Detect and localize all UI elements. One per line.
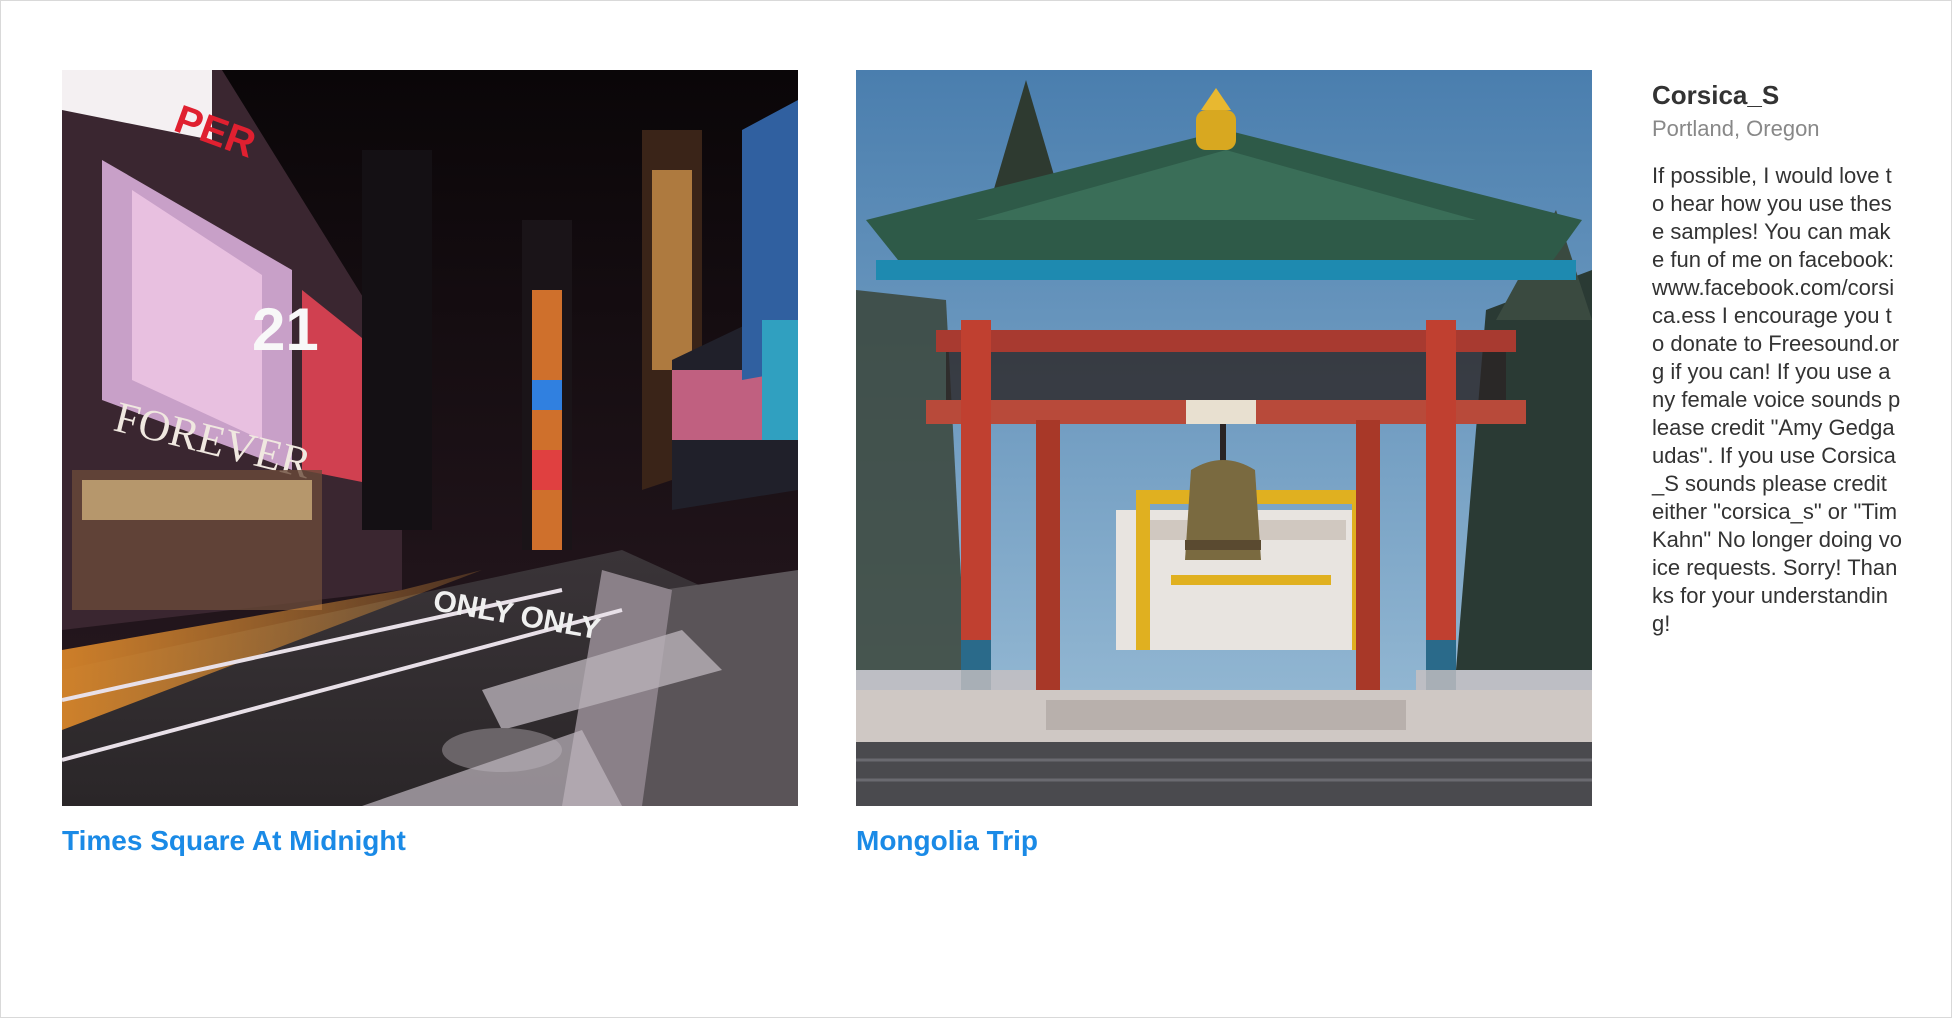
profile-bio: If possible, I would love to hear how yo…: [1652, 163, 1902, 636]
profile-name: Corsica_S: [1652, 80, 1780, 110]
pack-card-mongolia: Mongolia Trip: [856, 70, 1592, 858]
times-square-image: PER FOREVER 21 ONLY ONLY: [62, 70, 798, 806]
times-square-link[interactable]: Times Square At Midnight: [62, 824, 406, 858]
svg-text:21: 21: [252, 296, 319, 363]
profile-location: Portland, Oregon: [1652, 116, 1820, 141]
mongolia-link[interactable]: Mongolia Trip: [856, 824, 1038, 858]
pack-card-times-square: PER FOREVER 21 ONLY ONLY Times Square At…: [62, 70, 798, 858]
mongolia-photo[interactable]: [856, 70, 1592, 806]
times-square-photo[interactable]: PER FOREVER 21 ONLY ONLY: [62, 70, 798, 806]
mongolia-image: [856, 70, 1592, 806]
user-profile: Corsica_S Portland, Oregon If possible, …: [1652, 78, 1902, 638]
